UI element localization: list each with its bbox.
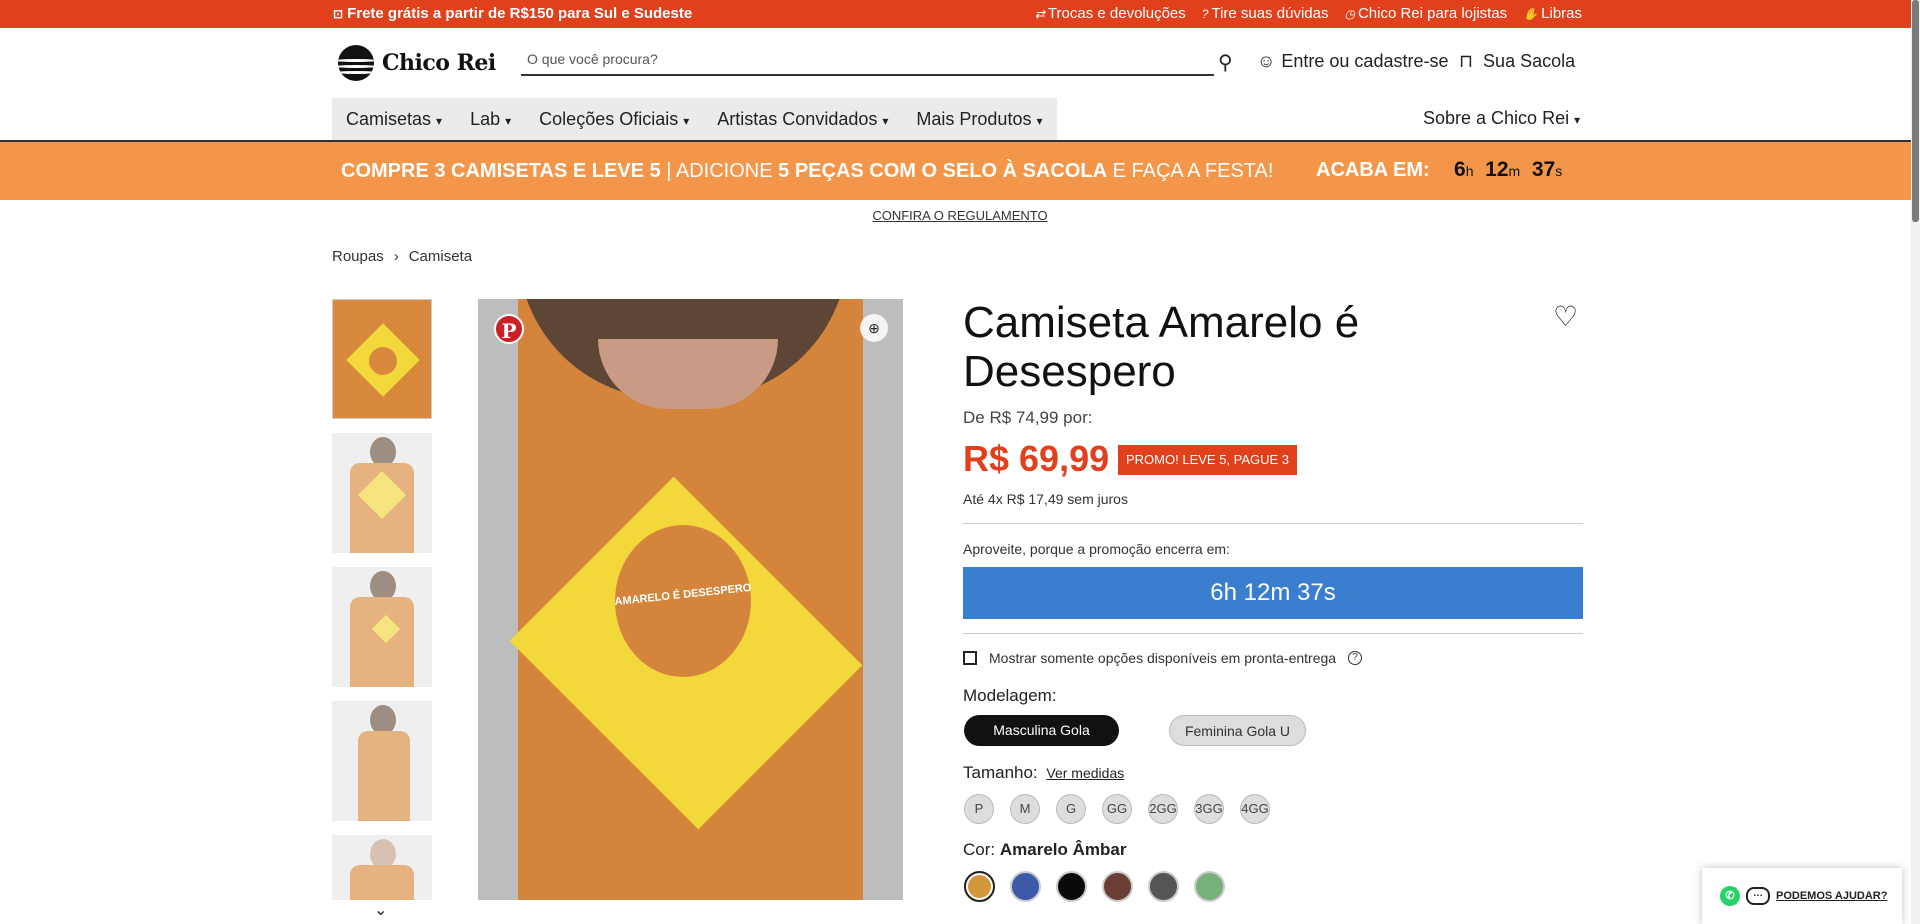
chat-bubble-icon: … xyxy=(1746,887,1770,905)
promo-countdown-label: Aproveite, porque a promoção encerra em: xyxy=(963,541,1230,557)
rules-link[interactable]: CONFIRA O REGULAMENTO xyxy=(0,208,1920,223)
bag-link[interactable]: ⊓ Sua Sacola xyxy=(1459,51,1575,72)
heart-icon[interactable]: ♡ xyxy=(1553,300,1578,333)
free-shipping-notice: ⊡ Frete grátis a partir de R$150 para Su… xyxy=(333,5,692,22)
scrollbar-thumb[interactable] xyxy=(1912,0,1919,222)
help-chat-label: PODEMOS AJUDAR? xyxy=(1776,890,1888,902)
thumbnail-1[interactable] xyxy=(332,299,432,419)
nav-item-mais-produtos[interactable]: Mais Produtos ▾ xyxy=(916,109,1042,130)
chevron-down-icon: ▾ xyxy=(1574,113,1581,127)
model-label: Modelagem: xyxy=(963,686,1057,705)
store-icon: ◷ xyxy=(1344,6,1355,21)
installments: Até 4x R$ 17,49 sem juros xyxy=(963,491,1128,507)
logo[interactable]: Chico Rei xyxy=(338,45,496,81)
hand-icon: ✋ xyxy=(1523,6,1539,21)
thumbnail-4[interactable] xyxy=(332,701,432,821)
free-shipping-text: Frete grátis a partir de R$150 para Sul … xyxy=(347,5,693,22)
bag-text: Sua Sacola xyxy=(1483,51,1576,71)
size-label-row: Tamanho: Ver medidas xyxy=(963,763,1124,783)
faq-link[interactable]: ? Tire suas dúvidas xyxy=(1202,5,1329,22)
gift-icon: ⊡ xyxy=(333,6,344,21)
size-g[interactable]: G xyxy=(1056,794,1086,824)
old-price: De R$ 74,99 por: xyxy=(963,408,1093,427)
chevron-down-icon: ▾ xyxy=(436,113,443,128)
size-label: Tamanho: xyxy=(963,763,1038,782)
size-2gg[interactable]: 2GG xyxy=(1148,794,1178,824)
color-value: Amarelo Âmbar xyxy=(999,840,1127,859)
login-link[interactable]: ☺ Entre ou cadastre-se xyxy=(1257,51,1448,72)
exchanges-link[interactable]: ⇄ Trocas e devoluções xyxy=(1035,5,1186,22)
color-swatch[interactable] xyxy=(1148,871,1179,902)
logo-mark-icon xyxy=(338,45,374,81)
nav-item-artistas[interactable]: Artistas Convidados ▾ xyxy=(717,109,888,130)
chevron-down-icon: ▾ xyxy=(882,113,889,128)
chevron-down-icon: ▾ xyxy=(505,113,512,128)
promo-countdown-box: 6h 12m 37s xyxy=(963,567,1583,619)
product-image[interactable]: AMARELO É DESESPERO xyxy=(478,299,903,900)
chevron-down-icon: ▾ xyxy=(1036,113,1043,128)
color-swatch[interactable] xyxy=(1056,871,1087,902)
promo-countdown: 6h 12m 37s xyxy=(1454,158,1563,181)
color-label-row: Cor: Amarelo Âmbar xyxy=(963,840,1126,860)
stock-filter-checkbox[interactable] xyxy=(963,651,977,665)
breadcrumb-separator: › xyxy=(393,248,399,265)
search-input[interactable] xyxy=(521,46,1181,72)
search-icon[interactable]: ⚲ xyxy=(1218,50,1233,75)
libras-link[interactable]: ✋ Libras xyxy=(1523,5,1582,22)
pinterest-icon[interactable]: P xyxy=(494,314,524,344)
logo-text: Chico Rei xyxy=(382,50,496,76)
help-icon[interactable]: ? xyxy=(1348,651,1363,665)
breadcrumb: Roupas › Camiseta xyxy=(332,248,472,265)
login-text: Entre ou cadastre-se xyxy=(1281,51,1449,71)
size-3gg[interactable]: 3GG xyxy=(1194,794,1224,824)
promo-badge: PROMO! LEVE 5, PAGUE 3 xyxy=(1118,445,1298,475)
color-label: Cor: xyxy=(963,840,996,859)
exchange-icon: ⇄ xyxy=(1034,6,1045,21)
zoom-icon[interactable]: ⊕ xyxy=(860,314,888,342)
site-header: Chico Rei ⚲ ☺ Entre ou cadastre-se ⊓ Sua… xyxy=(0,28,1920,98)
nav-item-camisetas[interactable]: Camisetas ▾ xyxy=(346,109,442,130)
thumbnail-5[interactable] xyxy=(332,835,432,900)
divider xyxy=(963,523,1583,524)
color-swatch[interactable] xyxy=(1194,871,1225,902)
wholesale-link[interactable]: ◷ Chico Rei para lojistas xyxy=(1344,5,1507,22)
nav-item-colecoes[interactable]: Coleções Oficiais ▾ xyxy=(539,109,689,130)
bag-icon: ⊓ xyxy=(1459,51,1474,71)
color-swatch[interactable] xyxy=(1010,871,1041,902)
thumbnail-3[interactable] xyxy=(332,567,432,687)
breadcrumb-camiseta[interactable]: Camiseta xyxy=(409,248,472,265)
color-swatch[interactable] xyxy=(1102,871,1133,902)
model-feminina-button[interactable]: Feminina Gola U xyxy=(1169,715,1306,746)
size-m[interactable]: M xyxy=(1010,794,1040,824)
chevron-down-icon[interactable]: ⌄ xyxy=(374,900,387,920)
user-icon: ☺ xyxy=(1257,51,1276,71)
main-nav: Camisetas ▾ Lab ▾ Coleções Oficiais ▾ Ar… xyxy=(332,98,1057,140)
color-swatch[interactable] xyxy=(964,871,995,902)
size-guide-link[interactable]: Ver medidas xyxy=(1046,765,1124,781)
thumbnail-2[interactable] xyxy=(332,433,432,553)
search-bar xyxy=(521,46,1214,76)
chevron-down-icon: ▾ xyxy=(683,113,690,128)
size-4gg[interactable]: 4GG xyxy=(1240,794,1270,824)
size-p[interactable]: P xyxy=(964,794,994,824)
question-icon: ? xyxy=(1201,6,1209,21)
model-masculina-button[interactable]: Masculina Gola Olímpica xyxy=(964,715,1119,769)
nav-item-about[interactable]: Sobre a Chico Rei ▾ xyxy=(1423,108,1580,129)
top-links: ⇄ Trocas e devoluções ? Tire suas dúvidas … xyxy=(1035,5,1582,22)
product-title: Camiseta Amarelo é Desespero xyxy=(963,298,1360,396)
help-chat-button[interactable]: ✆ … PODEMOS AJUDAR? xyxy=(1702,868,1902,924)
promo-text: COMPRE 3 CAMISETAS E LEVE 5 | ADICIONE 5… xyxy=(341,160,1274,182)
divider xyxy=(963,633,1583,634)
nav-item-lab[interactable]: Lab ▾ xyxy=(470,109,511,130)
size-gg[interactable]: GG xyxy=(1102,794,1132,824)
promo-ends-label: ACABA EM: xyxy=(1316,159,1430,181)
stock-filter-label: Mostrar somente opções disponíveis em pr… xyxy=(989,650,1337,666)
stock-filter: Mostrar somente opções disponíveis em pr… xyxy=(963,650,1363,666)
promo-banner[interactable]: COMPRE 3 CAMISETAS E LEVE 5 | ADICIONE 5… xyxy=(0,142,1920,200)
whatsapp-icon: ✆ xyxy=(1720,886,1740,906)
price: R$ 69,99 xyxy=(963,438,1110,479)
breadcrumb-roupas[interactable]: Roupas xyxy=(332,248,384,265)
top-strip: ⊡ Frete grátis a partir de R$150 para Su… xyxy=(0,0,1920,28)
